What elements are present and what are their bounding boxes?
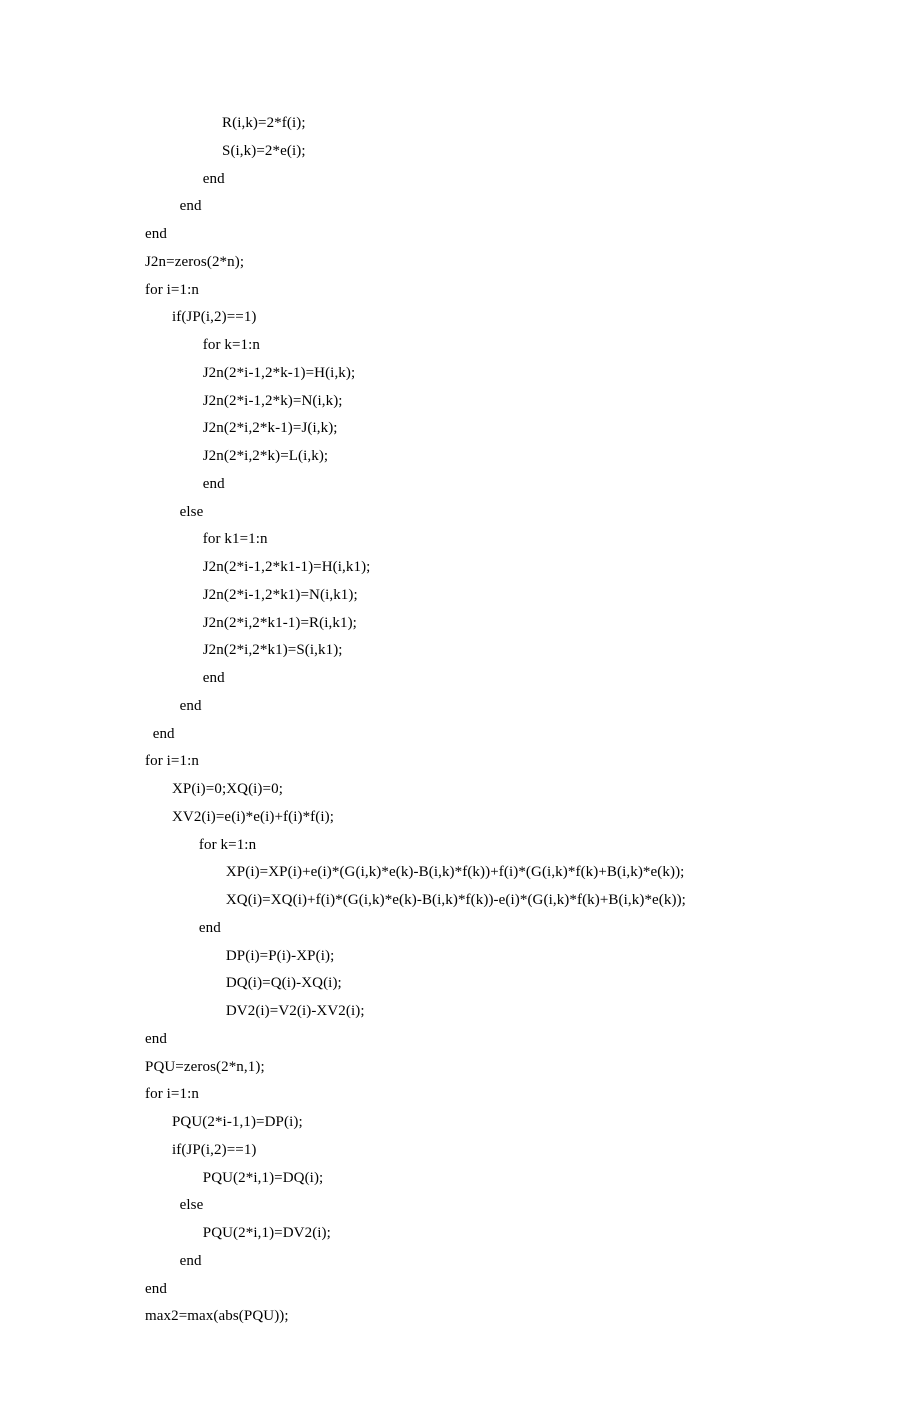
code-line: XQ(i)=XQ(i)+f(i)*(G(i,k)*e(k)-B(i,k)*f(k… [145,887,825,915]
code-line: end [145,1248,825,1276]
code-line: J2n(2*i,2*k)=L(i,k); [145,443,825,471]
code-line: PQU(2*i,1)=DQ(i); [145,1165,825,1193]
code-line: end [145,1276,825,1304]
code-line: J2n(2*i-1,2*k1)=N(i,k1); [145,582,825,610]
code-line: J2n(2*i,2*k-1)=J(i,k); [145,415,825,443]
code-line: J2n(2*i-1,2*k-1)=H(i,k); [145,360,825,388]
code-line: end [145,471,825,499]
code-line: PQU=zeros(2*n,1); [145,1054,825,1082]
code-line: DQ(i)=Q(i)-XQ(i); [145,970,825,998]
code-line: if(JP(i,2)==1) [145,1137,825,1165]
code-line: end [145,665,825,693]
code-line: if(JP(i,2)==1) [145,304,825,332]
code-line: J2n(2*i-1,2*k)=N(i,k); [145,388,825,416]
code-line: J2n=zeros(2*n); [145,249,825,277]
code-line: R(i,k)=2*f(i); [145,110,825,138]
code-line: else [145,499,825,527]
code-line: XP(i)=XP(i)+e(i)*(G(i,k)*e(k)-B(i,k)*f(k… [145,859,825,887]
code-line: max2=max(abs(PQU)); [145,1303,825,1331]
code-line: XP(i)=0;XQ(i)=0; [145,776,825,804]
code-line: PQU(2*i,1)=DV2(i); [145,1220,825,1248]
code-line: end [145,693,825,721]
code-line: end [145,1026,825,1054]
code-line: XV2(i)=e(i)*e(i)+f(i)*f(i); [145,804,825,832]
code-line: for k=1:n [145,332,825,360]
document-page: R(i,k)=2*f(i); S(i,k)=2*e(i); end endend… [0,0,920,1426]
code-line: J2n(2*i,2*k1)=S(i,k1); [145,637,825,665]
code-line: PQU(2*i-1,1)=DP(i); [145,1109,825,1137]
code-line: end [145,221,825,249]
code-line: for k1=1:n [145,526,825,554]
code-line: end [145,166,825,194]
code-line: end [145,721,825,749]
code-line: end [145,193,825,221]
code-line: DV2(i)=V2(i)-XV2(i); [145,998,825,1026]
code-line: J2n(2*i,2*k1-1)=R(i,k1); [145,610,825,638]
code-line: for k=1:n [145,832,825,860]
code-line: S(i,k)=2*e(i); [145,138,825,166]
code-line: DP(i)=P(i)-XP(i); [145,943,825,971]
code-line: for i=1:n [145,277,825,305]
code-listing: R(i,k)=2*f(i); S(i,k)=2*e(i); end endend… [145,110,825,1331]
code-line: else [145,1192,825,1220]
code-line: for i=1:n [145,1081,825,1109]
code-line: J2n(2*i-1,2*k1-1)=H(i,k1); [145,554,825,582]
code-line: end [145,915,825,943]
code-line: for i=1:n [145,748,825,776]
